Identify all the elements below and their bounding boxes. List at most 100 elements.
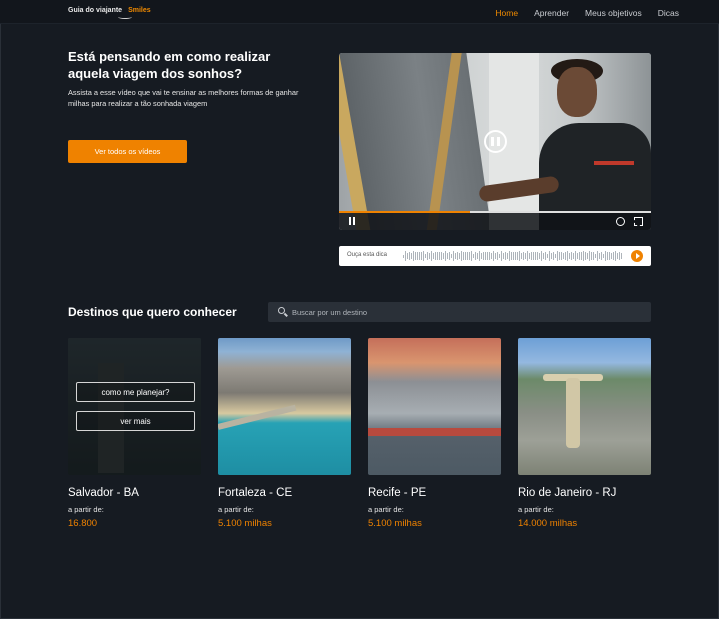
waveform-bar <box>607 252 608 260</box>
waveform-bar <box>403 254 404 258</box>
waveform-bar <box>441 252 442 260</box>
waveform-bar <box>489 252 490 260</box>
play-icon[interactable] <box>631 250 643 262</box>
destination-card-rio[interactable]: Rio de Janeiro - RJ a partir de: 14.000 … <box>518 338 651 529</box>
waveform-bar <box>457 251 458 261</box>
waveform-bar <box>597 250 598 262</box>
video-controls <box>339 211 651 230</box>
waveform-bar <box>411 253 412 259</box>
destination-name: Salvador - BA <box>68 487 139 499</box>
nav-home[interactable]: Home <box>495 8 518 18</box>
waveform-bar <box>419 252 420 260</box>
video-progress-bar[interactable] <box>339 211 651 213</box>
waveform-bar <box>619 252 620 260</box>
waveform-bar <box>513 252 514 260</box>
audio-waveform[interactable] <box>403 250 625 262</box>
waveform-bar <box>483 252 484 260</box>
price-from-label: a partir de: <box>518 505 554 514</box>
destination-image[interactable]: como me planejar? ver mais <box>68 338 201 475</box>
video-center-pause-icon[interactable] <box>484 130 507 153</box>
search-input[interactable] <box>292 305 632 319</box>
waveform-bar <box>563 252 564 260</box>
waveform-bar <box>463 251 464 261</box>
hero-subtitle: Assista a esse vídeo que vai te ensinar … <box>68 88 299 108</box>
destinations-title: Destinos que quero conhecer <box>68 305 237 319</box>
logo[interactable]: Guia do viajante Smiles <box>68 7 151 19</box>
waveform-bar <box>429 252 430 260</box>
waveform-bar <box>615 251 616 261</box>
logo-swoosh-icon <box>118 15 132 19</box>
waveform-bar <box>465 252 466 260</box>
video-player[interactable] <box>339 53 651 230</box>
waveform-bar <box>473 253 474 259</box>
waveform-bar <box>477 252 478 260</box>
pause-icon[interactable] <box>349 217 355 225</box>
destination-image[interactable] <box>518 338 651 475</box>
waveform-bar <box>515 252 516 260</box>
waveform-bar <box>437 251 438 261</box>
waveform-bar <box>495 252 496 260</box>
destination-image[interactable] <box>368 338 501 475</box>
waveform-bar <box>517 251 518 261</box>
waveform-bar <box>595 254 596 258</box>
destination-card-recife[interactable]: Recife - PE a partir de: 5.100 milhas <box>368 338 501 529</box>
waveform-bar <box>567 251 568 261</box>
waveform-bar <box>543 252 544 260</box>
destination-card-salvador[interactable]: como me planejar? ver mais Salvador - BA… <box>68 338 201 529</box>
waveform-bar <box>423 251 424 261</box>
waveform-bar <box>405 250 406 262</box>
waveform-bar <box>551 253 552 259</box>
waveform-bar <box>539 253 540 259</box>
waveform-bar <box>523 252 524 260</box>
destination-name: Fortaleza - CE <box>218 487 293 499</box>
waveform-bar <box>439 251 440 261</box>
waveform-bar <box>501 250 502 262</box>
waveform-bar <box>509 250 510 262</box>
how-to-plan-button[interactable]: como me planejar? <box>76 382 195 402</box>
waveform-bar <box>503 253 504 259</box>
waveform-bar <box>435 252 436 260</box>
waveform-bar <box>573 252 574 260</box>
waveform-bar <box>547 254 548 258</box>
video-progress-fill <box>339 211 471 213</box>
waveform-bar <box>579 252 580 260</box>
nav-dicas[interactable]: Dicas <box>658 8 679 18</box>
waveform-bar <box>485 251 486 261</box>
waveform-bar <box>557 250 558 262</box>
waveform-bar <box>425 253 426 259</box>
destination-price: 16.800 <box>68 518 98 529</box>
destination-card-fortaleza[interactable]: Fortaleza - CE a partir de: 5.100 milhas <box>218 338 351 529</box>
nav-aprender[interactable]: Aprender <box>534 8 569 18</box>
audio-label: Ouça esta dica <box>347 252 388 258</box>
waveform-bar <box>407 252 408 260</box>
waveform-bar <box>583 251 584 261</box>
fullscreen-icon[interactable] <box>634 217 643 226</box>
waveform-bar <box>603 253 604 259</box>
clock-icon[interactable] <box>616 217 625 226</box>
destination-image[interactable] <box>218 338 351 475</box>
search-icon <box>278 307 285 314</box>
video-person-head <box>557 67 597 117</box>
waveform-bar <box>569 253 570 259</box>
waveform-bar <box>471 251 472 261</box>
waveform-bar <box>511 251 512 261</box>
nav-meus-objetivos[interactable]: Meus objetivos <box>585 8 642 18</box>
waveform-bar <box>459 253 460 259</box>
audio-player: Ouça esta dica <box>339 246 651 266</box>
waveform-bar <box>585 252 586 260</box>
see-more-button[interactable]: ver mais <box>76 411 195 431</box>
waveform-bar <box>449 251 450 261</box>
waveform-bar <box>545 251 546 261</box>
waveform-bar <box>499 254 500 258</box>
waveform-bar <box>467 252 468 260</box>
waveform-bar <box>481 253 482 259</box>
waveform-bar <box>417 252 418 260</box>
waveform-bar <box>571 252 572 260</box>
see-all-videos-button[interactable]: Ver todos os vídeos <box>68 140 187 163</box>
waveform-bar <box>521 253 522 259</box>
logo-text: Guia do viajante <box>68 7 123 14</box>
waveform-bar <box>447 252 448 260</box>
waveform-bar <box>413 251 414 261</box>
waveform-bar <box>421 252 422 260</box>
waveform-bar <box>527 251 528 261</box>
